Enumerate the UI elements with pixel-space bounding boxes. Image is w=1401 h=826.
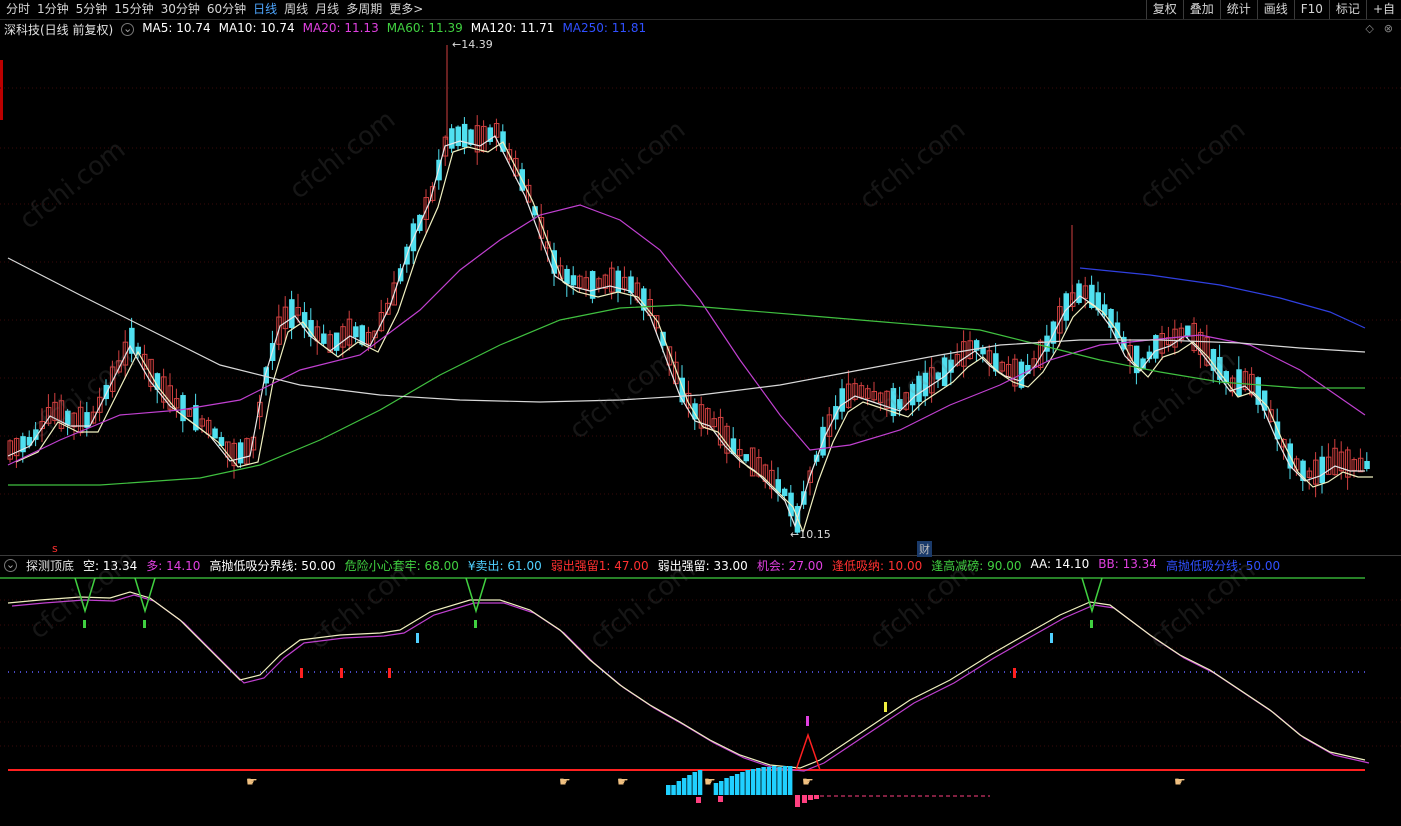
histogram-bar bbox=[777, 767, 782, 795]
indicator-value: BB: 13.34 bbox=[1098, 557, 1157, 571]
histogram-bar bbox=[719, 781, 724, 795]
histogram-bar bbox=[681, 778, 687, 795]
candle-body bbox=[1050, 321, 1057, 344]
histogram-bar bbox=[734, 774, 740, 795]
hand-icon: ☛ bbox=[1174, 775, 1186, 790]
candle-body bbox=[570, 275, 577, 286]
indicator-value: 高抛低吸分界线: 50.00 bbox=[209, 559, 336, 573]
histogram-bar bbox=[713, 783, 719, 795]
histogram-bar bbox=[766, 767, 772, 795]
candle-body bbox=[743, 454, 749, 462]
histogram-bar bbox=[724, 778, 729, 795]
sell-v-mark bbox=[134, 577, 156, 614]
sell-v-mark bbox=[1081, 577, 1103, 614]
histogram-bar bbox=[697, 770, 703, 795]
sell-signal bbox=[83, 620, 86, 628]
candle-body bbox=[449, 128, 455, 149]
indicator-value: 机会: 27.00 bbox=[756, 559, 824, 573]
candle-body bbox=[455, 126, 461, 147]
low-label: ←10.15 bbox=[790, 528, 831, 541]
red-signal bbox=[1013, 668, 1016, 678]
ma120-line bbox=[7, 257, 1366, 403]
red-signal bbox=[300, 668, 303, 678]
candle-body bbox=[1319, 456, 1325, 484]
sell-signal bbox=[1090, 620, 1093, 628]
indicator-value: 弱出强留1: 47.00 bbox=[550, 559, 649, 573]
candle-body bbox=[321, 333, 327, 344]
indicator-legend: ⌄ 探测顶底 空: 13.34 多: 14.10 高抛低吸分界线: 50.00 危险小… bbox=[4, 557, 1280, 573]
candle-body bbox=[1364, 460, 1370, 470]
hand-icon: ☛ bbox=[704, 775, 716, 790]
candle-body bbox=[1063, 293, 1069, 321]
sell-signal bbox=[474, 620, 477, 628]
neg-bar bbox=[795, 795, 800, 807]
histogram-bar bbox=[676, 781, 682, 795]
high-label: ←14.39 bbox=[452, 38, 493, 51]
neg-bar bbox=[814, 795, 819, 799]
neg-bar bbox=[696, 797, 701, 803]
histogram-bar bbox=[782, 766, 788, 795]
histogram-bar bbox=[729, 776, 735, 795]
candle-body bbox=[839, 388, 845, 412]
histogram-bar bbox=[745, 770, 750, 795]
histogram-bar bbox=[740, 772, 745, 795]
candle-body bbox=[84, 412, 90, 428]
candle-body bbox=[468, 129, 474, 145]
sell-v-mark bbox=[465, 577, 487, 614]
indicator-value: ¥卖出: 61.00 bbox=[467, 559, 542, 573]
indicator-value: 多: 14.10 bbox=[146, 559, 201, 573]
indicator-name: 探测顶底 bbox=[26, 559, 75, 573]
histogram-bar bbox=[666, 785, 671, 795]
red-signal bbox=[340, 668, 343, 678]
red-signal bbox=[388, 668, 391, 678]
candle-body bbox=[628, 276, 634, 293]
candle-body bbox=[1185, 325, 1191, 336]
hand-icon: ☛ bbox=[802, 775, 814, 790]
candle-body bbox=[237, 442, 244, 464]
candle-body bbox=[781, 488, 788, 497]
price-chart[interactable] bbox=[0, 0, 1401, 555]
s-badge: s bbox=[52, 542, 58, 555]
hand-icon: ☛ bbox=[246, 775, 258, 790]
indicator-settings-icon[interactable]: ⌄ bbox=[4, 559, 17, 572]
indicator-value: AA: 14.10 bbox=[1030, 557, 1090, 571]
candle-body bbox=[353, 326, 359, 338]
blue-signal bbox=[1050, 633, 1053, 643]
hand-icon: ☛ bbox=[559, 775, 571, 790]
candle-body bbox=[461, 123, 468, 148]
ma250-line bbox=[1079, 267, 1366, 329]
finance-badge[interactable]: 财 bbox=[917, 541, 932, 557]
histogram-bar bbox=[692, 772, 697, 795]
candle-body bbox=[212, 428, 218, 439]
histogram-bar bbox=[787, 766, 793, 795]
histogram-bar bbox=[671, 785, 676, 795]
histogram-bar bbox=[687, 775, 692, 795]
neg-bar bbox=[802, 795, 807, 803]
neg-bar bbox=[718, 796, 723, 802]
histogram-bar bbox=[750, 769, 756, 795]
sell-signal bbox=[143, 620, 146, 628]
histogram-bar bbox=[772, 766, 777, 795]
chance-signal bbox=[806, 716, 809, 726]
histogram-bar bbox=[756, 768, 761, 795]
histogram-bar bbox=[761, 767, 766, 795]
candle-body bbox=[289, 299, 295, 328]
blue-signal bbox=[416, 633, 419, 643]
indicator-value: 逢低吸纳: 10.00 bbox=[832, 559, 923, 573]
candle-body bbox=[1076, 283, 1082, 303]
hand-icon: ☛ bbox=[617, 775, 629, 790]
yellow-signal bbox=[884, 702, 887, 712]
panel-divider[interactable] bbox=[0, 555, 1401, 556]
candle-body bbox=[564, 268, 570, 285]
candle-body bbox=[589, 271, 596, 299]
buy-v-mark bbox=[795, 732, 821, 771]
neg-bar bbox=[808, 795, 813, 800]
